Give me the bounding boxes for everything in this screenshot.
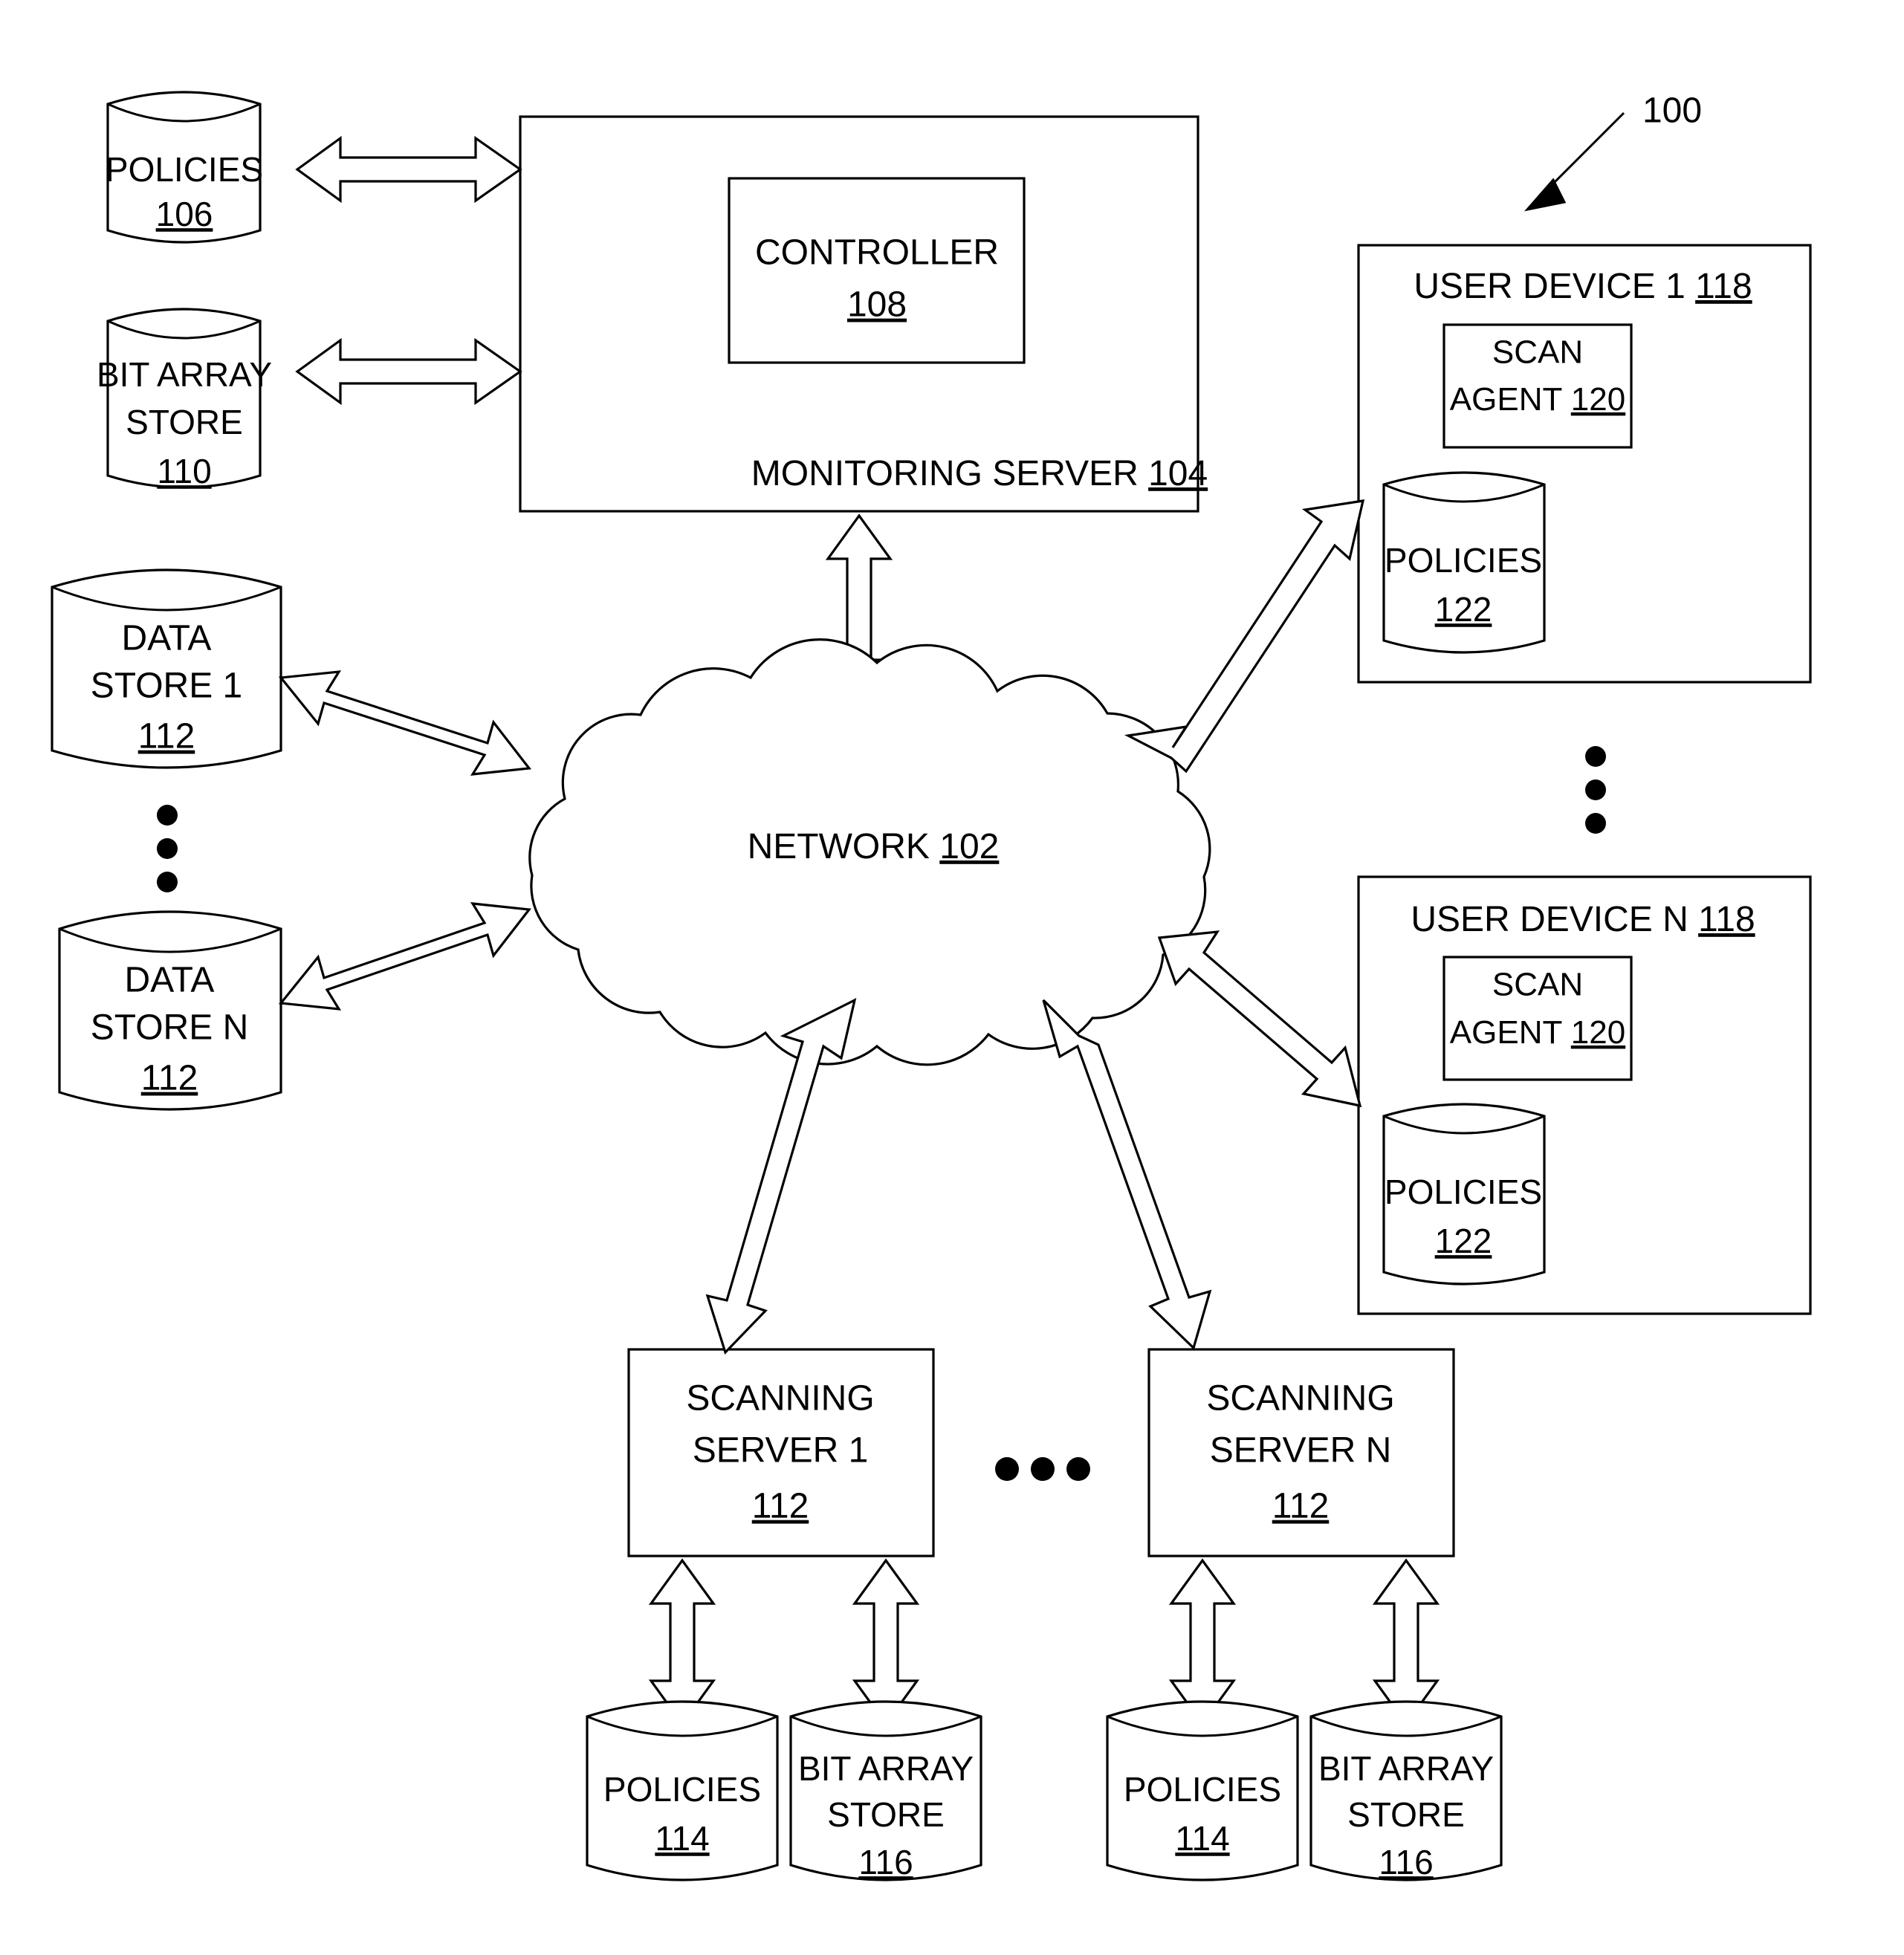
data-store-1-label-line2: STORE 1 — [91, 667, 243, 706]
policies-114-ref-server1: 114 — [655, 1819, 709, 1858]
scanning-server-n-box: SCANNING SERVER N 112 — [1147, 1348, 1455, 1557]
scanning-server-n-ref: 112 — [1272, 1487, 1330, 1526]
bit-array-store-116-ref-server1: 116 — [858, 1843, 913, 1881]
double-arrow-icon — [295, 337, 522, 406]
policies-122-ref-device1: 122 — [1435, 590, 1492, 629]
connector-network-userdevicen — [1157, 930, 1362, 1108]
policies-122-cylinder-devicen: POLICIES 122 — [1382, 1103, 1546, 1285]
scanning-server-1-ref: 112 — [752, 1487, 809, 1526]
scan-agent-label-line1-device1: SCAN — [1492, 334, 1583, 371]
connector-scanningservern-bitarraystore116 — [1372, 1558, 1440, 1726]
controller-ref: 108 — [847, 285, 907, 325]
policies-106-ref: 106 — [156, 195, 213, 233]
bit-array-store-116-label-line2-servern: STORE — [1347, 1795, 1465, 1834]
scan-agent-120-box-device1: SCAN AGENT 120 — [1442, 323, 1633, 449]
double-arrow-icon — [1372, 1558, 1440, 1726]
policies-114-cylinder-servern: POLICIES 114 — [1106, 1700, 1299, 1881]
bit-array-store-116-label-line1-server1: BIT ARRAY — [798, 1749, 974, 1788]
user-device-n-label: USER DEVICE N 118 — [1411, 900, 1755, 939]
bit-array-store-116-cylinder-server1: BIT ARRAY STORE 116 — [789, 1700, 982, 1881]
double-arrow-icon — [1157, 930, 1362, 1108]
policies-106-cylinder: POLICIES 106 — [106, 91, 263, 244]
bit-array-store-116-ref-servern: 116 — [1379, 1843, 1433, 1881]
double-arrow-icon — [705, 998, 857, 1355]
connector-datastore1-network — [278, 670, 532, 776]
data-store-n-ref: 112 — [141, 1059, 198, 1098]
scan-agent-label-line1-devicen: SCAN — [1492, 967, 1583, 1003]
user-devices-vertical-ellipsis — [1585, 746, 1606, 834]
double-arrow-icon — [295, 135, 522, 204]
controller-box: CONTROLLER 108 — [728, 177, 1026, 364]
patent-figure-canvas: 100 POLICIES 106 BIT ARRAY STORE 110 DAT… — [0, 0, 1904, 1955]
network-cloud: NETWORK 102 — [528, 638, 1211, 1066]
connector-datastoren-network — [278, 902, 532, 1011]
bit-array-store-116-label-line1-servern: BIT ARRAY — [1318, 1749, 1494, 1788]
policies-106-label: POLICIES — [106, 150, 263, 189]
policies-122-label-devicen: POLICIES — [1385, 1173, 1542, 1211]
double-arrow-icon — [1124, 499, 1365, 774]
connector-bitarraystore110-monitoring-server — [295, 337, 522, 406]
bit-array-store-116-cylinder-servern: BIT ARRAY STORE 116 — [1309, 1700, 1503, 1881]
double-arrow-icon — [278, 902, 532, 1011]
bit-array-store-110-label-line1: BIT ARRAY — [97, 355, 272, 394]
controller-label: CONTROLLER — [755, 233, 999, 273]
policies-114-ref-servern: 114 — [1175, 1819, 1229, 1858]
double-arrow-icon — [1168, 1558, 1237, 1726]
scan-agent-120-box-devicen: SCAN AGENT 120 — [1442, 956, 1633, 1081]
double-arrow-icon — [648, 1558, 716, 1726]
double-arrow-icon — [852, 1558, 920, 1726]
figure-reference-100: 100 — [1523, 91, 1702, 212]
data-store-1-label-line1: DATA — [122, 619, 212, 658]
policies-122-cylinder-device1: POLICIES 122 — [1382, 471, 1546, 654]
policies-114-label-servern: POLICIES — [1124, 1770, 1281, 1809]
double-arrow-icon — [1042, 999, 1212, 1350]
policies-122-ref-devicen: 122 — [1435, 1222, 1492, 1260]
scanning-servers-horizontal-ellipsis — [995, 1457, 1090, 1481]
connector-network-scanningserver1 — [705, 998, 857, 1355]
bit-array-store-116-label-line2-server1: STORE — [827, 1795, 945, 1834]
policies-122-label-device1: POLICIES — [1385, 541, 1542, 580]
policies-114-label-server1: POLICIES — [603, 1770, 761, 1809]
connector-scanningserver1-policies114 — [648, 1558, 716, 1726]
data-stores-vertical-ellipsis — [157, 805, 178, 892]
connector-scanningservern-policies114 — [1168, 1558, 1237, 1726]
network-label: NETWORK 102 — [748, 827, 1000, 866]
connector-network-userdevice1 — [1124, 499, 1365, 774]
bit-array-store-110-label-line2: STORE — [126, 403, 243, 441]
user-device-1-box: USER DEVICE 1 118 SCAN AGENT 120 POLICIE… — [1357, 244, 1812, 684]
scanning-server-1-label-line2: SERVER 1 — [693, 1431, 869, 1471]
bit-array-store-110-ref: 110 — [157, 452, 211, 490]
data-store-n-label-line1: DATA — [125, 961, 215, 1000]
scanning-server-1-box: SCANNING SERVER 1 112 — [627, 1348, 935, 1557]
bit-array-store-110-cylinder: BIT ARRAY STORE 110 — [97, 308, 272, 490]
data-store-1-ref: 112 — [138, 717, 195, 756]
figure-reference-label: 100 — [1642, 91, 1702, 131]
data-store-n-cylinder: DATA STORE N 112 — [58, 910, 282, 1111]
scan-agent-label-line2-devicen: AGENT 120 — [1450, 1014, 1625, 1051]
scan-agent-label-line2-device1: AGENT 120 — [1450, 381, 1625, 418]
connector-scanningserver1-bitarraystore116 — [852, 1558, 920, 1726]
connector-network-scanningservern — [1042, 999, 1212, 1350]
monitoring-server-label: MONITORING SERVER 104 — [751, 454, 1208, 493]
scanning-server-n-label-line2: SERVER N — [1210, 1431, 1392, 1471]
data-store-n-label-line2: STORE N — [91, 1008, 248, 1048]
lead-line-arrowhead-icon — [1523, 178, 1567, 212]
double-arrow-icon — [278, 670, 532, 776]
connector-policies106-monitoring-server — [295, 135, 522, 204]
policies-114-cylinder-server1: POLICIES 114 — [586, 1700, 779, 1881]
scanning-server-n-label-line1: SCANNING — [1206, 1379, 1394, 1419]
data-store-1-cylinder: DATA STORE 1 112 — [51, 568, 282, 769]
scanning-server-1-label-line1: SCANNING — [686, 1379, 874, 1419]
user-device-1-label: USER DEVICE 1 118 — [1414, 267, 1752, 306]
user-device-n-box: USER DEVICE N 118 SCAN AGENT 120 POLICIE… — [1357, 875, 1812, 1315]
